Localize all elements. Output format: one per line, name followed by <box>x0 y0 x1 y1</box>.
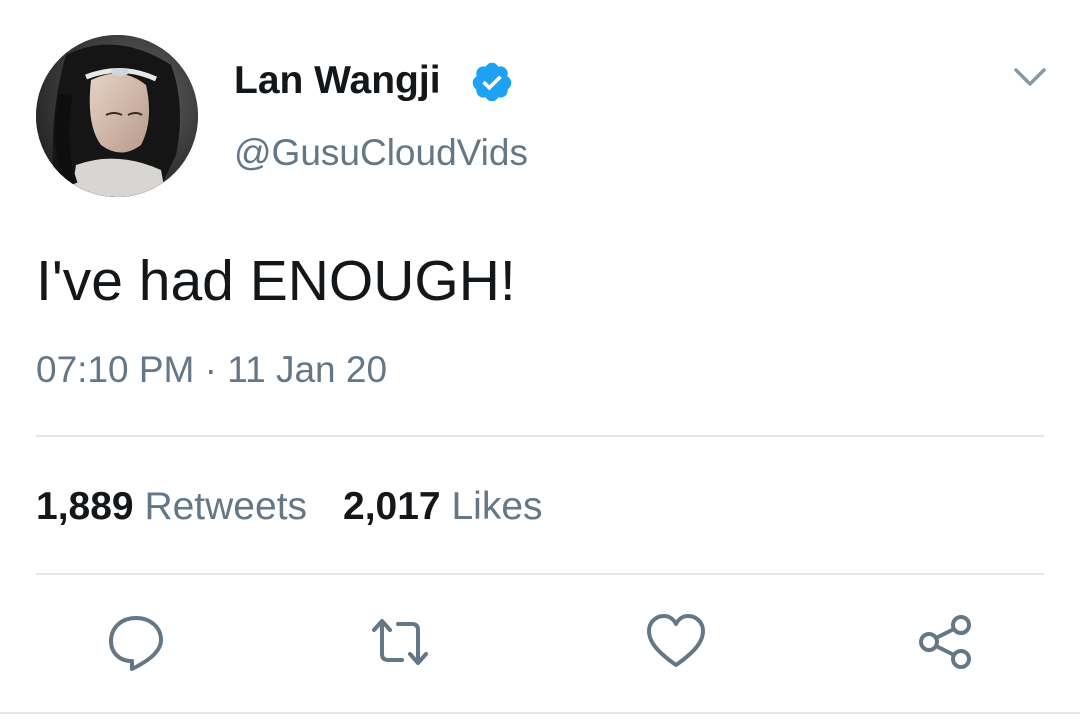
tweet-detail: Lan Wangji @GusuCloudVids I've had ENOUG… <box>0 0 1080 719</box>
display-name[interactable]: Lan Wangji <box>234 58 441 104</box>
chevron-down-icon[interactable] <box>1012 62 1048 92</box>
likes-count: 2,017 <box>343 485 441 528</box>
divider <box>36 435 1044 437</box>
retweet-icon <box>372 619 428 665</box>
user-handle[interactable]: @GusuCloudVids <box>234 131 528 175</box>
retweets-count: 1,889 <box>36 485 134 528</box>
reply-button[interactable] <box>104 610 168 674</box>
engagement-stats: 1,889 Retweets 2,017 Likes <box>36 484 543 530</box>
retweets-label: Retweets <box>144 485 308 528</box>
tweet-timestamp[interactable]: 07:10 PM · 11 Jan 20 <box>36 348 387 392</box>
avatar[interactable] <box>36 35 198 197</box>
heart-icon <box>647 614 705 667</box>
like-button[interactable] <box>644 610 708 674</box>
likes-stat[interactable]: 2,017 Likes <box>343 485 543 528</box>
tweet-time: 07:10 PM <box>36 349 195 390</box>
likes-label: Likes <box>451 485 543 528</box>
reply-icon <box>109 616 163 671</box>
verified-badge-icon <box>472 62 512 102</box>
divider <box>0 712 1080 714</box>
retweets-stat[interactable]: 1,889 Retweets <box>36 485 307 528</box>
tweet-date: 11 Jan 20 <box>227 349 388 390</box>
avatar-photo <box>36 35 198 197</box>
share-icon <box>919 615 971 669</box>
share-button[interactable] <box>914 610 978 674</box>
tweet-text: I've had ENOUGH! <box>36 249 516 313</box>
meta-separator: · <box>204 349 217 390</box>
retweet-button[interactable] <box>368 610 432 674</box>
divider <box>36 573 1044 575</box>
